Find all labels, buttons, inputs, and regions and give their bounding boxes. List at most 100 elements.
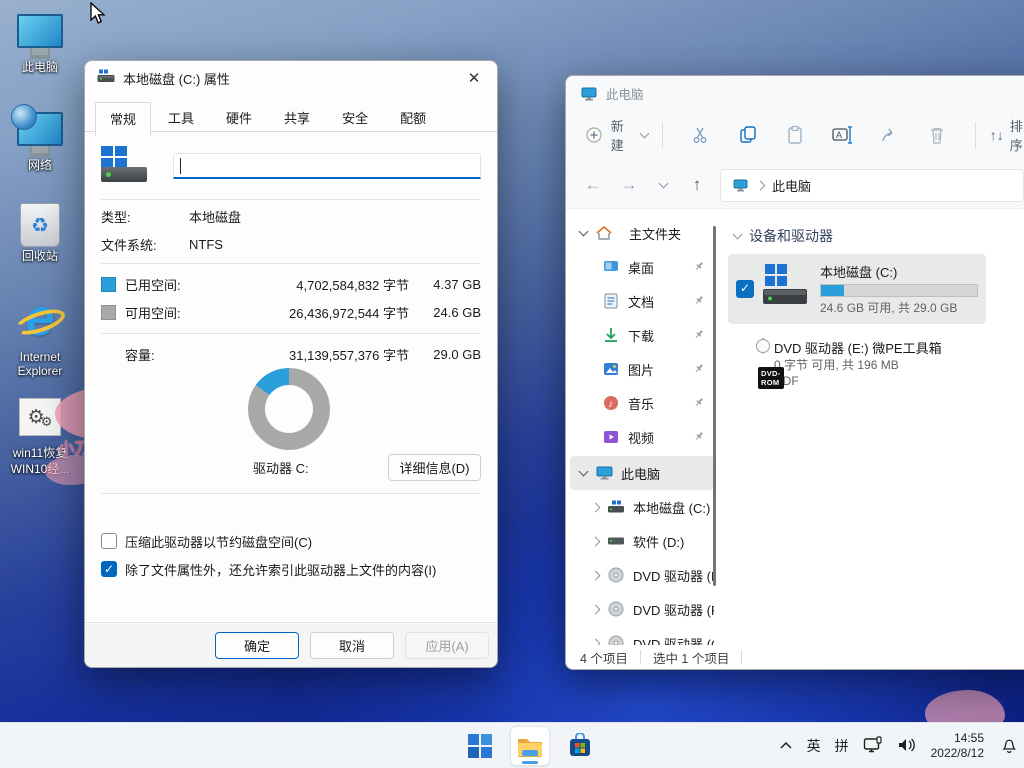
desktop-icon-network[interactable]: 网络 [2,112,78,172]
nav-item-dvd-f[interactable]: DVD 驱动器 (F:) [570,592,714,626]
dialog-button-strip: 确定 取消 应用(A) [85,624,497,667]
up-icon[interactable]: ↑ [686,174,708,196]
taskbar-clock[interactable]: 14:55 2022/8/12 [931,731,984,761]
nav-item-label: 音乐 [628,394,654,413]
new-button-label: 新建 [611,116,636,154]
nav-item-videos[interactable]: 视频 [570,420,714,454]
nav-item-label: 视频 [628,428,654,447]
nav-item-label: DVD 驱动器 (E:) [633,566,714,585]
sort-button[interactable]: ↑↓ 排序 [990,116,1024,154]
drive-info: 0 字节 可用, 共 196 MB [774,357,942,373]
notification-bell-icon[interactable] [1000,736,1018,757]
ok-button[interactable]: 确定 [215,632,299,659]
nav-home[interactable]: 主文件夹 [570,216,714,250]
desktop-icon-this-pc[interactable]: 此电脑 [2,14,78,74]
nav-item-drive-d[interactable]: 软件 (D:) [570,524,714,558]
toolbar-separator [662,122,663,148]
network-icon[interactable] [863,736,883,757]
microsoft-store-button[interactable] [560,726,600,766]
tab-general[interactable]: 常规 [95,102,151,136]
divider [101,199,481,200]
details-button[interactable]: 详细信息(D) [388,454,481,481]
documents-icon [602,292,620,310]
tab-sharing[interactable]: 共享 [269,101,325,135]
capacity-size: 29.0 GB [409,347,481,362]
nav-scrollbar[interactable] [713,226,716,586]
nav-this-pc[interactable]: 此电脑 [570,456,714,490]
copy-icon[interactable] [737,124,758,146]
tab-security[interactable]: 安全 [327,101,383,135]
folder-icon [516,734,544,758]
used-space-label: 已用空间: [125,275,181,294]
forward-icon[interactable]: → [618,174,640,196]
back-icon[interactable]: ← [582,174,604,196]
system-tray: 英 拼 14:55 2022/8/12 [779,723,1018,768]
drive-item-c[interactable]: ✓ 本地磁盘 (C:) 24.6 GB 可用, 共 29.0 GB [728,254,986,324]
tray-ime-indicator[interactable]: 拼 [835,736,849,756]
status-items-count: 4 个项目 [580,648,628,667]
capacity-bytes: 31,139,557,376 字节 [259,345,409,364]
nav-item-documents[interactable]: 文档 [570,284,714,318]
nav-item-pictures[interactable]: 图片 [570,352,714,386]
delete-icon[interactable] [927,124,948,146]
clock-time: 14:55 [931,731,984,746]
tab-tools[interactable]: 工具 [153,101,209,135]
drive-c-icon [762,262,810,316]
share-icon[interactable] [880,124,901,146]
cancel-button[interactable]: 取消 [310,632,394,659]
volume-icon[interactable] [897,737,917,756]
dvd-icon [607,600,625,618]
drive-name: 本地磁盘 (C:) [820,262,978,281]
chevron-down-icon [640,128,650,138]
desktop-icon-recycle-bin[interactable]: ♻ 回收站 [2,203,78,263]
drive-icon-small [97,69,115,87]
index-checkbox-label: 除了文件属性外，还允许索引此驱动器上文件的内容(I) [125,560,436,579]
nav-item-dvd-g[interactable]: DVD 驱动器 (G:) [570,626,714,645]
apply-button[interactable]: 应用(A) [405,632,489,659]
tray-language-indicator[interactable]: 英 [807,736,821,756]
tab-quota[interactable]: 配额 [385,101,441,135]
close-icon[interactable]: ✕ [455,63,493,93]
index-checkbox[interactable] [101,561,117,577]
network-icon [17,112,63,146]
nav-item-drive-c[interactable]: 本地磁盘 (C:) [570,490,714,524]
chevron-right-icon [591,570,601,580]
svg-text:A: A [836,130,842,140]
pictures-icon [602,360,620,378]
breadcrumb-root[interactable]: 此电脑 [772,176,811,195]
dvd-rom-badge: DVD-ROM [758,367,784,389]
address-bar[interactable]: 此电脑 [720,169,1024,202]
chevron-right-icon [591,638,601,645]
start-button[interactable] [460,726,500,766]
toolbar-separator [975,122,976,148]
tab-hardware[interactable]: 硬件 [211,101,267,135]
tray-chevron-icon[interactable] [779,738,793,754]
nav-item-music[interactable]: ♪ 音乐 [570,386,714,420]
rename-icon[interactable]: A [832,124,854,146]
recent-chevron-icon[interactable] [652,174,674,196]
explorer-content: 设备和驱动器 ✓ 本地磁盘 (C:) 24.6 GB 可用, 共 [724,216,1024,645]
drive-item-dvd-e[interactable]: DVD-ROM DVD 驱动器 (E:) 微PE工具箱 0 字节 可用, 共 1… [728,330,986,397]
cut-icon[interactable] [690,124,711,146]
used-space-bytes: 4,702,584,832 字节 [259,275,409,294]
explorer-address-row: ← → ↑ 此电脑 [566,161,1024,209]
group-header[interactable]: 设备和驱动器 [734,226,1024,246]
nav-item-label: DVD 驱动器 (F:) [633,600,714,619]
item-checkbox[interactable]: ✓ [736,280,754,298]
type-label: 类型: [101,207,189,226]
divider [101,493,481,494]
paste-icon[interactable] [785,124,806,146]
desktop-icon-internet-explorer[interactable]: e Internet Explorer [2,292,78,378]
nav-item-desktop[interactable]: 桌面 [570,250,714,284]
nav-item-dvd-e[interactable]: DVD 驱动器 (E:) [570,558,714,592]
taskbar: 英 拼 14:55 2022/8/12 [0,722,1024,768]
volume-label-input[interactable] [173,153,481,179]
home-icon [595,224,613,242]
explorer-status-bar: 4 个项目 选中 1 个项目 [566,645,1024,669]
nav-item-downloads[interactable]: 下载 [570,318,714,352]
new-button[interactable]: 新建 [584,116,648,154]
compress-checkbox[interactable] [101,533,117,549]
file-explorer-taskbar-button[interactable] [510,726,550,766]
free-space-bytes: 26,436,972,544 字节 [259,303,409,322]
explorer-tab[interactable]: 此电脑 [580,84,644,103]
